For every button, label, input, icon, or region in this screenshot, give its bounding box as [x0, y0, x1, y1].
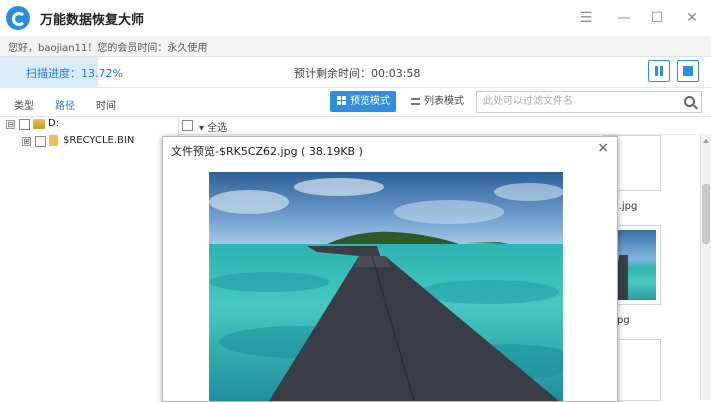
- maximize-icon[interactable]: ☐: [647, 8, 667, 28]
- drive-icon: [33, 119, 45, 129]
- scroll-thumb[interactable]: [702, 184, 710, 244]
- collapse-icon[interactable]: ⊟: [6, 120, 15, 129]
- close-icon[interactable]: ✕: [682, 8, 702, 28]
- folder-tree: ⊟ D: ⊞ $RECYCLE.BIN: [0, 117, 179, 400]
- minimize-icon[interactable]: —: [614, 8, 634, 28]
- stop-button[interactable]: [677, 60, 699, 82]
- scan-progress-label: 扫描进度：13.72%: [26, 67, 123, 80]
- scroll-up-icon[interactable]: [703, 139, 709, 143]
- app-title: 万能数据恢复大师: [40, 13, 145, 28]
- folder-checkbox[interactable]: [35, 136, 46, 147]
- preview-mode-button[interactable]: 预览模式: [330, 91, 396, 112]
- app-logo-icon: [6, 6, 30, 30]
- file-preview-dialog: 文件预览-$RK5CZ62.jpg ( 38.19KB ) ×: [162, 136, 618, 402]
- preview-dialog-title: 文件预览-$RK5CZ62.jpg ( 38.19KB ): [171, 145, 363, 158]
- close-icon[interactable]: ×: [597, 140, 609, 156]
- list-mode-label: 列表模式: [424, 96, 464, 107]
- folder-icon: [49, 135, 58, 146]
- account-greeting: 您好，baojian11！您的会员时间：永久使用: [8, 43, 208, 54]
- select-all-row: ▾ 全选: [179, 117, 711, 135]
- remaining-time-label: 预计剩余时间：00:03:58: [294, 67, 421, 80]
- tab-path[interactable]: 路径: [55, 97, 75, 119]
- tree-item-recycle-bin[interactable]: $RECYCLE.BIN: [63, 135, 134, 146]
- search-icon[interactable]: [684, 96, 695, 107]
- title-bar: 万能数据恢复大师 ☰ — ☐ ✕: [0, 0, 711, 36]
- list-icon: [411, 98, 420, 105]
- menu-icon[interactable]: ☰: [576, 8, 596, 28]
- list-mode-button[interactable]: 列表模式: [404, 91, 470, 112]
- pause-button[interactable]: [648, 60, 670, 82]
- tab-time[interactable]: 时间: [96, 97, 116, 112]
- tree-item-drive[interactable]: D:: [48, 118, 59, 129]
- search-box: [476, 91, 702, 113]
- select-all-label[interactable]: ▾ 全选: [199, 119, 227, 134]
- tab-type[interactable]: 类型: [14, 97, 34, 112]
- search-input[interactable]: [477, 92, 673, 110]
- vertical-scrollbar[interactable]: [700, 134, 711, 400]
- scan-progress-row: 扫描进度：13.72% 预计剩余时间：00:03:58: [0, 57, 711, 88]
- drive-checkbox[interactable]: [19, 119, 30, 130]
- preview-mode-label: 预览模式: [350, 96, 390, 107]
- grid-icon: [337, 96, 346, 105]
- preview-image: [209, 172, 563, 401]
- account-bar: 您好，baojian11！您的会员时间：永久使用: [0, 36, 711, 57]
- toolbar: 类型 路径 时间 预览模式 列表模式: [0, 88, 711, 119]
- select-all-checkbox[interactable]: [182, 120, 193, 131]
- expand-icon[interactable]: ⊞: [22, 137, 31, 146]
